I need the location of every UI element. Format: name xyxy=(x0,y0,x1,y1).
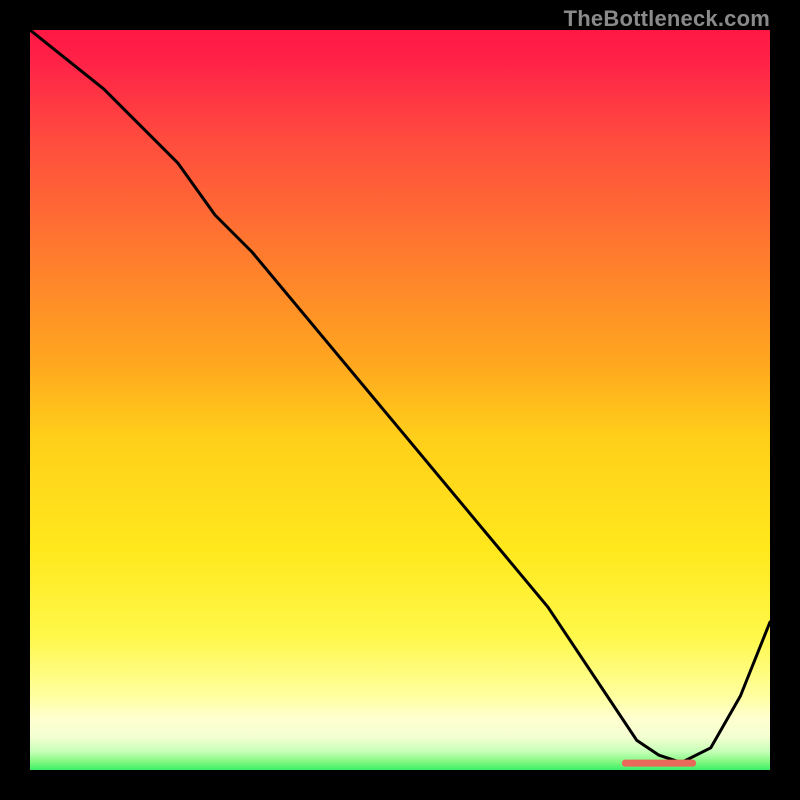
watermark-text: TheBottleneck.com xyxy=(564,6,770,32)
gradient-background xyxy=(30,30,770,770)
chart-container: TheBottleneck.com xyxy=(0,0,800,800)
plot-area xyxy=(30,30,770,770)
optimal-zone-marker xyxy=(622,760,696,767)
chart-svg xyxy=(30,30,770,770)
